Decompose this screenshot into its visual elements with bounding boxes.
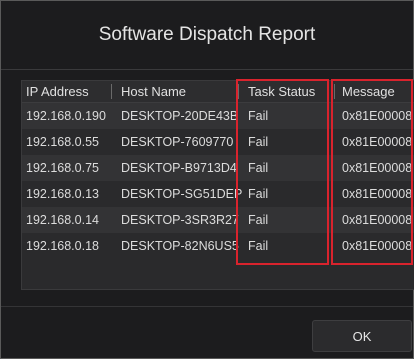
status-cell: Fail [248, 187, 269, 201]
column-header-host[interactable]: Host Name [121, 81, 186, 102]
column-separator [238, 84, 239, 99]
column-header-message[interactable]: Message [342, 81, 395, 102]
footer-divider [1, 306, 413, 307]
message-cell: 0x81E00008 [342, 239, 413, 253]
column-header-status[interactable]: Task Status [248, 81, 315, 102]
host-cell: DESKTOP-20DE43B [121, 109, 239, 123]
message-cell: 0x81E00008 [342, 109, 413, 123]
dialog-title: Software Dispatch Report [1, 1, 413, 70]
message-cell: 0x81E00008 [342, 135, 413, 149]
status-cell: Fail [248, 239, 269, 253]
ip-cell: 192.168.0.75 [26, 161, 99, 175]
table-row[interactable]: 192.168.0.75 DESKTOP-B9713D4 Fail 0x81E0… [22, 155, 414, 181]
column-separator [111, 84, 112, 99]
status-cell: Fail [248, 109, 269, 123]
table-header: IP Address Host Name Task Status Message [22, 81, 414, 103]
ip-cell: 192.168.0.18 [26, 239, 99, 253]
message-cell: 0x81E00008 [342, 161, 413, 175]
ip-cell: 192.168.0.190 [26, 109, 106, 123]
message-cell: 0x81E00008 [342, 213, 413, 227]
host-cell: DESKTOP-SG51DEP [121, 187, 243, 201]
table-row[interactable]: 192.168.0.190 DESKTOP-20DE43B Fail 0x81E… [22, 103, 414, 129]
host-cell: DESKTOP-7609770 [121, 135, 234, 149]
table-row[interactable]: 192.168.0.13 DESKTOP-SG51DEP Fail 0x81E0… [22, 181, 414, 207]
ip-cell: 192.168.0.13 [26, 187, 99, 201]
host-cell: DESKTOP-3SR3R27 [121, 213, 239, 227]
column-header-ip[interactable]: IP Address [26, 81, 89, 102]
column-separator [334, 84, 335, 99]
host-cell: DESKTOP-B9713D4 [121, 161, 237, 175]
table-row[interactable]: 192.168.0.55 DESKTOP-7609770 Fail 0x81E0… [22, 129, 414, 155]
message-cell: 0x81E00008 [342, 187, 413, 201]
report-table[interactable]: IP Address Host Name Task Status Message… [21, 80, 414, 290]
host-cell: DESKTOP-82N6US5 [121, 239, 239, 253]
table-body: 192.168.0.190 DESKTOP-20DE43B Fail 0x81E… [22, 103, 414, 259]
ip-cell: 192.168.0.14 [26, 213, 99, 227]
table-row[interactable]: 192.168.0.18 DESKTOP-82N6US5 Fail 0x81E0… [22, 233, 414, 259]
report-dialog: Software Dispatch Report IP Address Host… [0, 0, 414, 359]
ip-cell: 192.168.0.55 [26, 135, 99, 149]
status-cell: Fail [248, 161, 269, 175]
table-row[interactable]: 192.168.0.14 DESKTOP-3SR3R27 Fail 0x81E0… [22, 207, 414, 233]
status-cell: Fail [248, 135, 269, 149]
status-cell: Fail [248, 213, 269, 227]
ok-button[interactable]: OK [312, 320, 412, 352]
